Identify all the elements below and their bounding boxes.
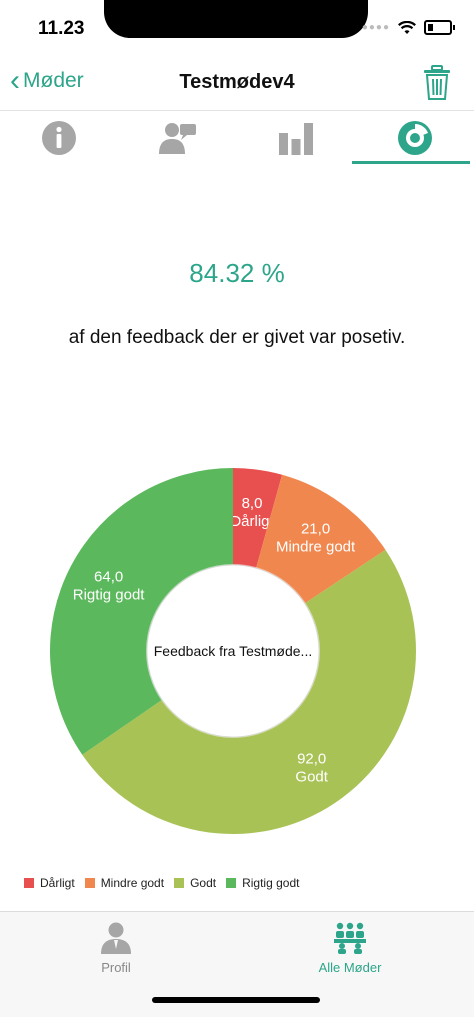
slice-value-label-2: 92,0	[297, 750, 326, 767]
tab-info[interactable]	[0, 111, 119, 165]
signal-icon: ●●●●	[362, 22, 390, 33]
pie-chart-icon	[397, 120, 433, 156]
feedback-person-icon	[158, 120, 198, 156]
positive-percentage: 84.32 %	[0, 258, 474, 289]
donut-chart-svg: 8,0Dårligt21,0Mindre godt92,0Godt64,0Rig…	[48, 466, 418, 836]
navigation-bar: ‹ Møder Testmødev4	[0, 56, 474, 111]
status-bar: 11.23 ●●●●	[0, 0, 474, 56]
status-time: 11.23	[38, 18, 85, 40]
slice-value-label-0: 8,0	[242, 495, 263, 512]
slice-value-label-3: 64,0	[94, 569, 123, 586]
legend-swatch-3	[226, 878, 236, 888]
tab-statistics[interactable]	[237, 111, 356, 165]
chart-legend: Dårligt Mindre godt Godt Rigtig godt	[24, 876, 309, 890]
legend-label-2: Godt	[190, 876, 216, 890]
group-meeting-icon	[333, 922, 367, 954]
tabbar-label-alle-moder: Alle Møder	[319, 960, 382, 975]
tabbar-item-alle-moder[interactable]: Alle Møder	[290, 922, 410, 975]
slice-category-label-3: Rigtig godt	[73, 587, 146, 604]
legend-swatch-2	[174, 878, 184, 888]
tab-feedback[interactable]	[119, 111, 238, 165]
person-icon	[99, 922, 133, 954]
legend-swatch-1	[85, 878, 95, 888]
page-title: Testmødev4	[0, 71, 474, 94]
trash-icon	[422, 64, 452, 102]
segment-tabs	[0, 111, 474, 165]
slice-category-label-1: Mindre godt	[276, 538, 356, 555]
device-notch	[104, 0, 368, 38]
legend-swatch-0	[24, 878, 34, 888]
legend-label-0: Dårligt	[40, 876, 75, 890]
tab-feedback-chart[interactable]	[356, 111, 474, 165]
legend-item-2[interactable]: Godt	[174, 876, 216, 890]
info-icon	[41, 120, 77, 156]
slice-value-label-1: 21,0	[301, 520, 330, 537]
legend-label-3: Rigtig godt	[242, 876, 299, 890]
bar-chart-icon	[278, 121, 314, 155]
feedback-donut-chart: 8,0Dårligt21,0Mindre godt92,0Godt64,0Rig…	[48, 466, 418, 836]
tabbar-label-profil: Profil	[101, 960, 131, 975]
home-indicator	[152, 997, 320, 1003]
legend-item-3[interactable]: Rigtig godt	[226, 876, 299, 890]
percentage-description: af den feedback der er givet var posetiv…	[0, 327, 474, 349]
slice-category-label-2: Godt	[295, 768, 328, 785]
donut-center-label: Feedback fra Testmøde...	[154, 643, 312, 659]
legend-label-1: Mindre godt	[101, 876, 164, 890]
tabbar-item-profil[interactable]: Profil	[56, 922, 176, 975]
status-icons: ●●●●	[362, 20, 452, 35]
active-tab-indicator	[352, 161, 470, 164]
battery-icon	[424, 20, 452, 35]
wifi-icon	[398, 21, 416, 35]
legend-item-1[interactable]: Mindre godt	[85, 876, 164, 890]
legend-item-0[interactable]: Dårligt	[24, 876, 75, 890]
delete-button[interactable]	[422, 64, 452, 102]
